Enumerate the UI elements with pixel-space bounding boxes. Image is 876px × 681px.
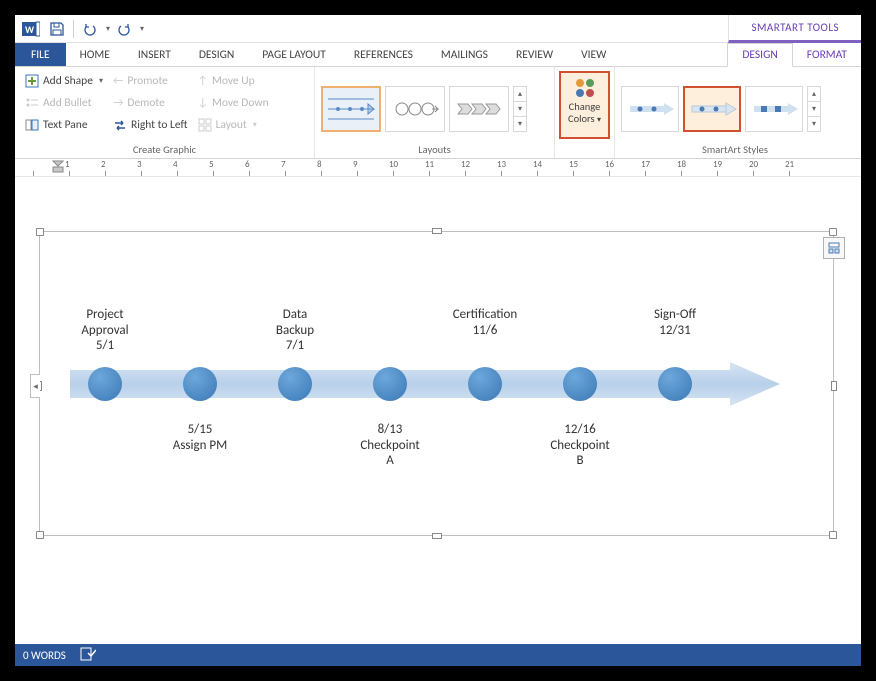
text-pane-button[interactable]: Text Pane [21, 115, 107, 135]
timeline-dot[interactable] [658, 367, 692, 401]
timeline-dot[interactable] [563, 367, 597, 401]
tab-review[interactable]: REVIEW [502, 43, 567, 66]
right-to-left-button[interactable]: Right to Left [109, 115, 192, 135]
tab-references[interactable]: REFERENCES [340, 43, 427, 66]
layout-thumb-chevron[interactable] [449, 86, 509, 132]
timeline-dot[interactable] [88, 367, 122, 401]
word-icon: W [19, 17, 43, 41]
tab-smartart-format[interactable]: FORMAT [793, 43, 861, 66]
save-button[interactable] [45, 17, 69, 41]
styles-more[interactable]: ▴▾▾ [807, 86, 821, 132]
layouts-more[interactable]: ▴▾▾ [513, 86, 527, 132]
group-smartart-styles: ▴▾▾ SmartArt Styles [615, 67, 855, 158]
resize-handle-nw[interactable] [36, 228, 44, 236]
group-change-colors: ChangeColors ▾ [555, 67, 615, 158]
svg-text:W: W [25, 23, 35, 36]
layout-options-button[interactable] [823, 237, 845, 259]
group-label: SmartArt Styles [621, 143, 849, 158]
app-window: W ▾ ▾ SMARTART TOOLS FILE HOME INSERT DE… [15, 15, 861, 666]
resize-handle-ne[interactable] [829, 228, 837, 236]
timeline-dot[interactable] [468, 367, 502, 401]
redo-button[interactable] [112, 17, 136, 41]
resize-handle-s[interactable] [432, 533, 442, 539]
add-bullet-button: Add Bullet [21, 93, 107, 113]
milestone-label: Sign-Off12/31 [625, 307, 725, 338]
milestone-label: 12/16CheckpointB [530, 422, 630, 469]
tab-mailings[interactable]: MAILINGS [427, 43, 502, 66]
timeline-dot[interactable] [278, 367, 312, 401]
change-colors-button[interactable]: ChangeColors ▾ [559, 71, 610, 139]
qat-customize[interactable]: ▾ [140, 24, 144, 34]
resize-handle-se[interactable] [829, 531, 837, 539]
group-label: Create Graphic [21, 143, 308, 158]
group-layouts: ▴▾▾ Layouts [315, 67, 555, 158]
word-count[interactable]: 0 WORDS [23, 649, 66, 662]
milestone-label: DataBackup7/1 [245, 307, 345, 354]
style-thumb-1[interactable] [621, 86, 679, 132]
ribbon-tabs: FILE HOME INSERT DESIGN PAGE LAYOUT REFE… [15, 43, 861, 67]
demote-button: →Demote [109, 93, 192, 113]
milestone-label: Certification11/6 [435, 307, 535, 338]
group-label: Layouts [321, 143, 548, 158]
text-pane-toggle[interactable]: ◂ [30, 374, 40, 398]
layout-button: Layout▾ [194, 115, 273, 135]
spellcheck-icon[interactable] [80, 647, 96, 664]
quick-access-toolbar: W ▾ ▾ SMARTART TOOLS [15, 15, 861, 43]
move-down-button: ↓Move Down [194, 93, 273, 113]
indent-marker[interactable] [51, 159, 65, 175]
tab-home[interactable]: HOME [66, 43, 124, 66]
milestone-label: 5/15Assign PM [150, 422, 250, 453]
tab-view[interactable]: VIEW [567, 43, 620, 66]
ribbon: Add Shape▾ Add Bullet Text Pane ←Promote [15, 67, 861, 159]
add-shape-button[interactable]: Add Shape▾ [21, 71, 107, 91]
tab-insert[interactable]: INSERT [124, 43, 185, 66]
timeline-dot[interactable] [183, 367, 217, 401]
milestone-label: ProjectApproval5/1 [55, 307, 155, 354]
tab-page-layout[interactable]: PAGE LAYOUT [248, 43, 340, 66]
resize-handle-n[interactable] [432, 228, 442, 234]
tab-file[interactable]: FILE [15, 43, 66, 66]
smartart-canvas[interactable]: ◂ ProjectApproval5/15/15Assign PMDataBac… [39, 231, 834, 536]
status-bar: 0 WORDS [15, 644, 861, 666]
timeline-dot[interactable] [373, 367, 407, 401]
milestone-label: 8/13CheckpointA [340, 422, 440, 469]
promote-button: ←Promote [109, 71, 192, 91]
undo-dropdown[interactable]: ▾ [106, 24, 110, 34]
style-thumb-2-selected[interactable] [683, 86, 741, 132]
horizontal-ruler[interactable]: 123456789101112131415161718192021 [15, 159, 861, 177]
style-thumb-3[interactable] [745, 86, 803, 132]
move-up-button: ↑Move Up [194, 71, 273, 91]
resize-handle-sw[interactable] [36, 531, 44, 539]
document-area[interactable]: ◂ ProjectApproval5/1 5/15Assign PM DataBac… [15, 177, 861, 644]
layout-thumb-timeline[interactable] [321, 86, 381, 132]
layout-thumb-circles[interactable] [385, 86, 445, 132]
resize-handle-e[interactable] [831, 381, 837, 391]
group-create-graphic: Add Shape▾ Add Bullet Text Pane ←Promote [15, 67, 315, 158]
tab-design[interactable]: DESIGN [185, 43, 248, 66]
tab-smartart-design[interactable]: DESIGN [727, 43, 792, 67]
smartart-tools-tab: SMARTART TOOLS [728, 15, 861, 43]
undo-button[interactable] [78, 17, 102, 41]
